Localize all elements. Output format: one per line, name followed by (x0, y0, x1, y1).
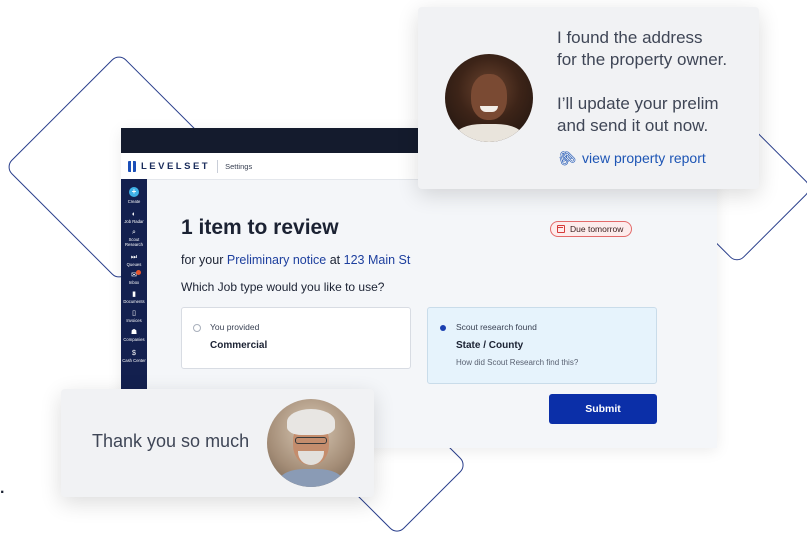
job-type-question: Which Job type would you like to use? (181, 280, 385, 294)
option-card-you-provided[interactable]: You provided Commercial (181, 307, 411, 369)
message-line: I found the address (557, 28, 703, 47)
option-value: Commercial (210, 340, 268, 351)
sidebar-item-scout-research[interactable]: ⌕ Scout Research (121, 229, 147, 247)
paperclip-icon: 🖇 (554, 146, 580, 171)
sidebar-item-create[interactable]: + Create (121, 187, 147, 204)
subtitle-mid: at (329, 253, 341, 267)
sidebar-item-inbox[interactable]: ✉ Inbox (121, 270, 147, 285)
option-label: Scout research found (456, 322, 537, 332)
brand-name[interactable]: LEVELSET (141, 161, 210, 172)
option-label: You provided (210, 322, 260, 332)
calendar-icon (557, 225, 565, 233)
submit-button[interactable]: Submit (549, 394, 657, 424)
sidebar-item-label: Documents (123, 299, 145, 304)
message-line: I’ll update your prelim (557, 94, 719, 113)
option-value: State / County (456, 340, 524, 351)
companies-icon: ☗ (130, 329, 138, 336)
avatar-glasses (295, 437, 327, 444)
agent-message-2: I’ll update your prelim and send it out … (557, 93, 719, 137)
inbox-icon: ✉ (131, 272, 137, 279)
avatar-hair (287, 409, 335, 435)
scout-research-explanation-link[interactable]: How did Scout Research find this? (456, 358, 578, 367)
view-property-report-link[interactable]: 🖇 view property report (554, 146, 706, 170)
radio-selected[interactable] (440, 325, 446, 331)
sidebar-item-label: Cash Center (122, 358, 146, 363)
page-title: 1 item to review (181, 216, 339, 239)
sidebar-item-label: Scout Research (125, 237, 143, 247)
radio-unselected[interactable] (193, 324, 201, 332)
message-line: and send it out now. (557, 116, 709, 135)
notification-badge (136, 270, 141, 275)
sidebar-item-invoices[interactable]: ▯ Invoices (121, 310, 147, 323)
preliminary-notice-link[interactable]: Preliminary notice (227, 253, 326, 267)
message-line: for the property owner. (557, 50, 728, 69)
sidebar-item-documents[interactable]: ▮ Documents (121, 291, 147, 304)
sidebar-item-label: Companies (123, 337, 145, 342)
header-divider (217, 159, 219, 173)
plus-icon: + (129, 187, 139, 197)
radar-icon: ◐ (131, 211, 137, 218)
sidebar-item-cash-center[interactable]: $ Cash Center (121, 350, 147, 363)
sidebar-item-label: Queues (126, 262, 142, 267)
review-subtitle: for your Preliminary notice at 123 Main … (181, 253, 410, 267)
avatar-agent (445, 54, 533, 142)
avatar-face (471, 74, 507, 120)
search-icon: ⌕ (132, 229, 136, 236)
avatar-shirt (455, 124, 523, 142)
sidebar-item-label: Create (127, 199, 141, 204)
sidebar-item-label: Job Radar (124, 219, 144, 224)
levelset-logo-icon (128, 160, 136, 172)
invoice-icon: ▯ (132, 310, 136, 317)
sidebar-item-label: Invoices (126, 318, 142, 323)
stray-text: . (0, 480, 5, 497)
chat-bubble-customer: Thank you so much (61, 389, 374, 497)
due-badge: Due tomorrow (550, 221, 633, 237)
sidebar-item-queues[interactable]: ⏭ Queues (121, 254, 147, 267)
avatar-customer (267, 399, 355, 487)
sidebar-item-companies[interactable]: ☗ Companies (121, 329, 147, 342)
header-section-settings[interactable]: Settings (225, 162, 252, 171)
chat-bubble-agent: I found the address for the property own… (418, 7, 759, 189)
agent-message-1: I found the address for the property own… (557, 27, 727, 71)
dollar-icon: $ (132, 350, 136, 357)
sidebar-item-job-radar[interactable]: ◐ Job Radar (121, 211, 147, 224)
customer-message: Thank you so much (92, 431, 250, 451)
due-badge-label: Due tomorrow (570, 224, 624, 234)
queue-icon: ⏭ (130, 254, 138, 261)
option-card-scout-research[interactable]: Scout research found State / County How … (427, 307, 657, 384)
address-link[interactable]: 123 Main St (344, 253, 411, 267)
avatar-shirt (279, 469, 343, 487)
sidebar-item-label: Inbox (128, 280, 140, 285)
document-icon: ▮ (132, 291, 136, 298)
subtitle-prefix: for your (181, 253, 224, 267)
link-label: view property report (582, 150, 706, 166)
